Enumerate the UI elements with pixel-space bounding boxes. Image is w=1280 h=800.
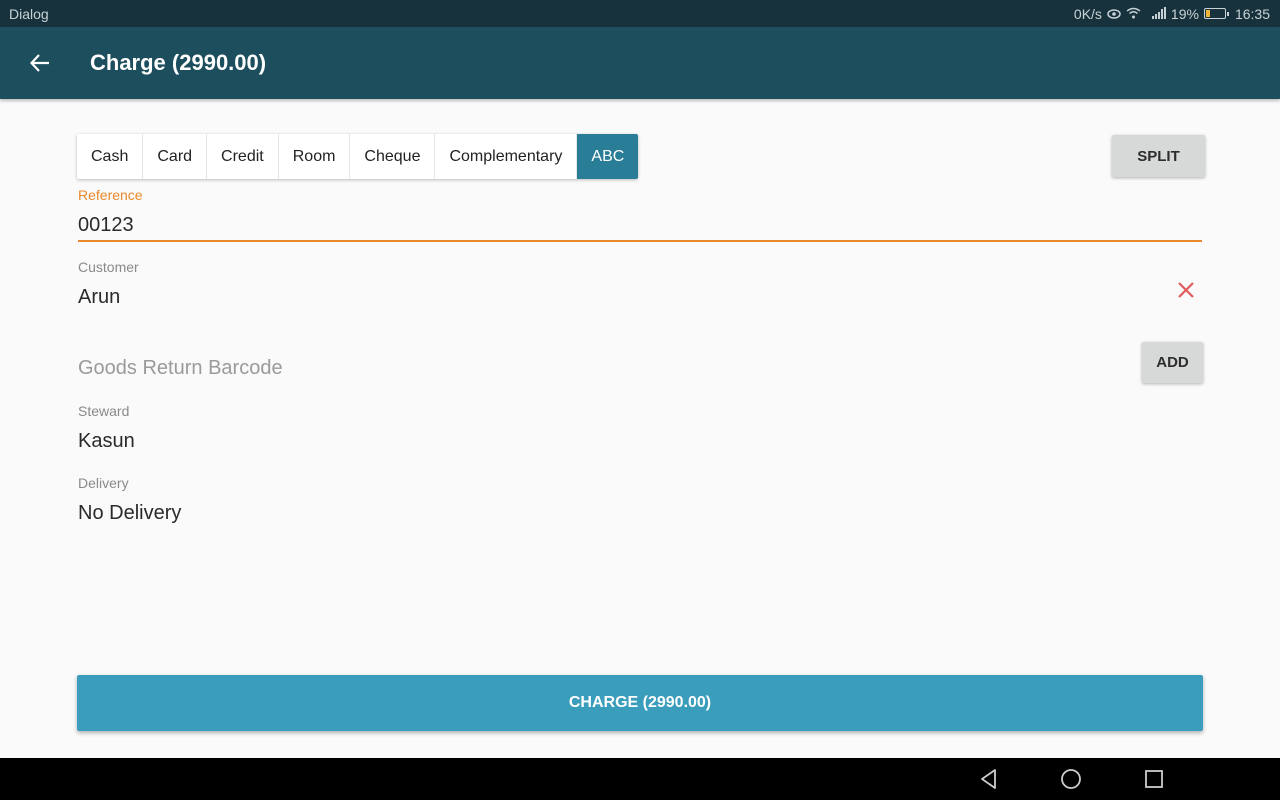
back-triangle-icon [981, 769, 996, 789]
tab-complementary[interactable]: Complementary [435, 134, 578, 179]
clock: 16:35 [1234, 5, 1270, 22]
charge-button[interactable]: CHARGE (2990.00) [77, 675, 1203, 731]
system-nav-bar [0, 758, 1280, 800]
split-button[interactable]: SPLIT [1112, 135, 1205, 177]
goods-return-barcode-input[interactable]: Goods Return Barcode [78, 357, 283, 380]
tab-cheque[interactable]: Cheque [350, 134, 436, 179]
customer-value[interactable]: Arun [78, 286, 120, 309]
customer-label: Customer [78, 259, 139, 275]
home-circle-icon [1061, 769, 1081, 789]
delivery-value[interactable]: No Delivery [78, 502, 181, 525]
nav-home-button[interactable] [1059, 767, 1083, 791]
steward-value[interactable]: Kasun [78, 430, 135, 453]
arrow-left-icon [30, 54, 49, 72]
tab-credit[interactable]: Credit [207, 134, 279, 179]
payment-method-tabs: Cash Card Credit Room Cheque Complementa… [77, 134, 639, 179]
tab-abc[interactable]: ABC [577, 134, 639, 179]
recents-square-icon [1145, 770, 1163, 788]
app-bar: Charge (2990.00) [0, 27, 1280, 99]
eye-icon [1107, 6, 1121, 22]
status-bar: Dialog 0K/s 19% 16:35 [0, 0, 1280, 27]
add-button[interactable]: ADD [1142, 342, 1203, 383]
nav-back-button[interactable] [977, 767, 1001, 791]
tab-cash[interactable]: Cash [77, 134, 144, 179]
steward-label: Steward [78, 403, 130, 419]
tab-card[interactable]: Card [143, 134, 208, 179]
wifi-icon [1126, 6, 1141, 22]
delivery-label: Delivery [78, 475, 129, 491]
reference-label: Reference [78, 187, 143, 203]
network-speed: 0K/s [1073, 5, 1102, 22]
reference-input[interactable] [78, 211, 1202, 239]
reference-underline [78, 240, 1202, 242]
nav-recents-button[interactable] [1142, 767, 1166, 791]
page-title: Charge (2990.00) [90, 50, 267, 75]
battery-percent: 19% [1170, 5, 1199, 22]
back-button[interactable] [28, 51, 52, 75]
tab-room[interactable]: Room [279, 134, 351, 179]
clear-customer-button[interactable] [1176, 280, 1196, 300]
carrier-name: Dialog [9, 5, 49, 22]
signal-icon [1151, 6, 1166, 22]
battery-charging-icon [1203, 8, 1229, 19]
close-icon [1178, 282, 1194, 298]
status-icons: 0K/s 19% 16:35 [1074, 6, 1270, 22]
